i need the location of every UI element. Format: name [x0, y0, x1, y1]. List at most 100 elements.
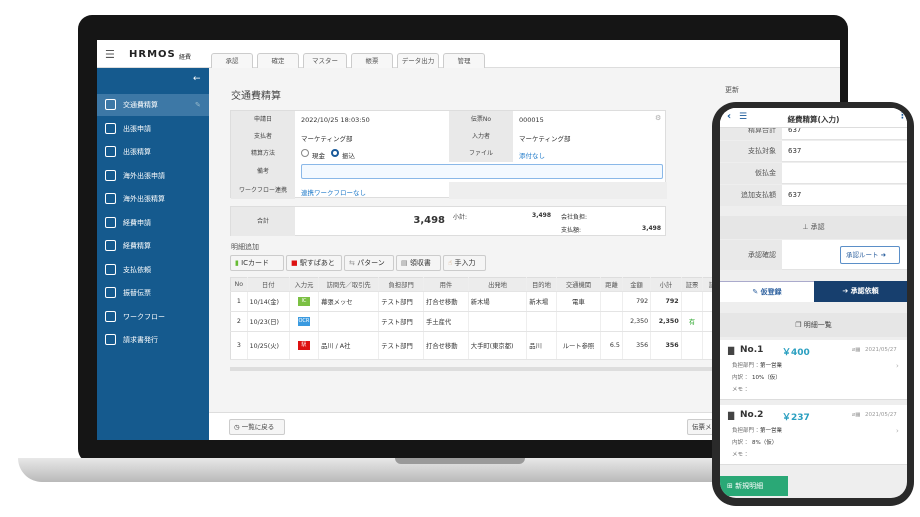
cell-source: OCR: [289, 311, 320, 332]
calculator-icon: [105, 217, 116, 228]
column-header[interactable]: No: [230, 277, 248, 292]
button-label: 手入力: [454, 259, 476, 267]
manual-input-button[interactable]: ☝ 手入力: [443, 255, 486, 271]
station-icon: 駅: [297, 341, 310, 350]
workflow-link[interactable]: 連携ワークフローなし: [301, 187, 366, 197]
cell-purpose: 手土産代: [423, 311, 469, 332]
tab-export[interactable]: データ出力: [397, 53, 439, 68]
horizontal-scrollbar[interactable]: [230, 367, 740, 371]
column-header[interactable]: 用件: [423, 277, 469, 292]
back-icon[interactable]: ‹: [727, 111, 731, 122]
sidebar-label: 経費申請: [123, 219, 151, 227]
sidebar-item-expense-request[interactable]: 経費申請: [97, 212, 209, 234]
sidebar-label: 出張申請: [123, 125, 151, 133]
phone-row: 仮払金: [720, 163, 907, 184]
tab-confirm[interactable]: 確定: [257, 53, 299, 68]
tab-approve[interactable]: 承認: [211, 53, 253, 68]
sidebar-item-transfer[interactable]: 振替伝票: [97, 282, 209, 304]
column-header[interactable]: 出発地: [468, 277, 528, 292]
column-header[interactable]: 目的地: [526, 277, 557, 292]
column-header[interactable]: 証票: [681, 277, 704, 292]
item-date: 2021/05/27: [865, 412, 897, 418]
tab-forms[interactable]: 帳票: [351, 53, 393, 68]
sidebar-item-expense-settle[interactable]: 経費精算: [97, 235, 209, 257]
dept-value: 第一営業: [760, 428, 783, 434]
total-label: 合計: [231, 207, 295, 236]
sidebar-item-overseas-request[interactable]: 海外出張申請: [97, 165, 209, 187]
cell-source: IC: [289, 291, 320, 312]
menu-icon[interactable]: ☰: [105, 48, 115, 61]
sidebar-item-overseas-settle[interactable]: 海外出張精算: [97, 188, 209, 210]
detail-card[interactable]: ▇ No.2 ￥237 ⌀▦ 2021/05/27 負担部門 ： 第一営業 内訳…: [720, 405, 907, 465]
sidebar: ← 交通費精算 ✎ 出張申請 出張精算 海外出張申請 海外出張精算 経費申請 経費…: [97, 68, 209, 440]
cell-transport: [556, 311, 602, 332]
approval-request-button[interactable]: ➔ 承認依頼: [814, 281, 907, 302]
cell-subtotal: 2,350: [650, 311, 682, 332]
chevron-right-icon[interactable]: ›: [896, 362, 899, 370]
ekispert-button[interactable]: ■ 駅すぱあと: [286, 255, 342, 271]
column-header[interactable]: 日付: [247, 277, 290, 292]
button-label: 一覧に戻る: [241, 423, 275, 431]
back-to-list-button[interactable]: ◷ 一覧に戻る: [229, 419, 285, 435]
column-header[interactable]: 訪問先／取引先: [318, 277, 380, 292]
button-label: 伝票メ: [692, 423, 712, 431]
column-header[interactable]: 距離: [600, 277, 623, 292]
sidebar-item-payment[interactable]: 支払依頼: [97, 259, 209, 281]
sidebar-item-workflow[interactable]: ワークフロー: [97, 306, 209, 328]
label: 伝票No: [449, 111, 513, 128]
button-label: 領収書: [409, 259, 431, 267]
tab-master[interactable]: マスター: [303, 53, 347, 68]
receipt-button[interactable]: ▤ 領収書: [396, 255, 441, 271]
table-row[interactable]: 3 10/25(火) 駅品川 / A社 テスト部門 打合せ移動 大手町(東京都) 品川 ルート…: [230, 331, 740, 360]
approval-route-button[interactable]: 承認ルート ➜: [840, 246, 900, 264]
more-icon[interactable]: ⋮: [898, 111, 907, 121]
label: ファイル: [449, 145, 513, 162]
cell-date: 10/23(日): [247, 311, 290, 332]
new-item-button[interactable]: ⊞ 新規明細: [720, 476, 788, 496]
sidebar-item-invoice[interactable]: 請求書発行: [97, 329, 209, 351]
document-icon: ▇: [728, 411, 735, 420]
cell-source: 駅: [289, 331, 320, 360]
label: 支払者: [231, 128, 295, 145]
sidebar-item-trip-settle[interactable]: 出張精算: [97, 141, 209, 163]
column-header[interactable]: 金額: [622, 277, 652, 292]
breakdown-value: 10%（仮）: [752, 375, 781, 381]
table-row[interactable]: 210/23(日)OCRテスト部門手土産代2,3502,350有✍: [230, 311, 740, 332]
cell-receipt: [681, 331, 704, 360]
row-value: 637: [788, 147, 802, 155]
pattern-icon: ⇆: [349, 259, 355, 267]
copy-icon: ❐: [795, 321, 802, 329]
sidebar-label: 請求書発行: [123, 336, 158, 344]
cell-distance: 6.5: [600, 331, 623, 360]
paid-label: 支払額:: [561, 227, 582, 234]
column-header[interactable]: 交通機関: [556, 277, 602, 292]
column-header[interactable]: 入力元: [289, 277, 320, 292]
tab-admin[interactable]: 管理: [443, 53, 485, 68]
company-label: 会社負担:: [561, 214, 588, 221]
radio-cash[interactable]: [301, 149, 309, 157]
detail-card[interactable]: ▇ No.1 ￥400 ⌀▦ 2021/05/27 負担部門 ： 第一営業 内訳…: [720, 340, 907, 400]
edit-icon[interactable]: ✎: [195, 94, 201, 116]
chevron-right-icon[interactable]: ›: [896, 427, 899, 435]
dept-label: 負担部門 ：: [732, 363, 762, 369]
row-label: 支払対象: [720, 141, 782, 162]
sidebar-item-trip-request[interactable]: 出張申請: [97, 118, 209, 140]
label: 備考: [231, 162, 295, 182]
draft-save-button[interactable]: ✎ 仮登録: [720, 281, 814, 302]
gear-icon[interactable]: ⚙: [655, 114, 661, 122]
column-header[interactable]: 負担部門: [378, 277, 425, 292]
collapse-arrow-icon[interactable]: ←: [193, 74, 201, 84]
sidebar-item-transport[interactable]: 交通費精算 ✎: [97, 94, 209, 116]
table-row[interactable]: 1 10/14(金) IC 幕張メッセ テスト部門 打合せ移動 新木場 新木場 電車 792 792: [230, 291, 740, 312]
radio-transfer[interactable]: [331, 149, 339, 157]
pattern-button[interactable]: ⇆ パターン: [344, 255, 394, 271]
ic-card-button[interactable]: ▮ ICカード: [230, 255, 284, 271]
note-input[interactable]: [301, 164, 663, 179]
button-label: パターン: [357, 259, 385, 267]
file-link[interactable]: 添付なし: [519, 150, 545, 160]
document-icon: [105, 311, 116, 322]
train-icon: [105, 99, 116, 110]
column-header[interactable]: 小計: [650, 277, 682, 292]
list-icon[interactable]: ☰: [739, 112, 747, 122]
slip-icon: [105, 287, 116, 298]
